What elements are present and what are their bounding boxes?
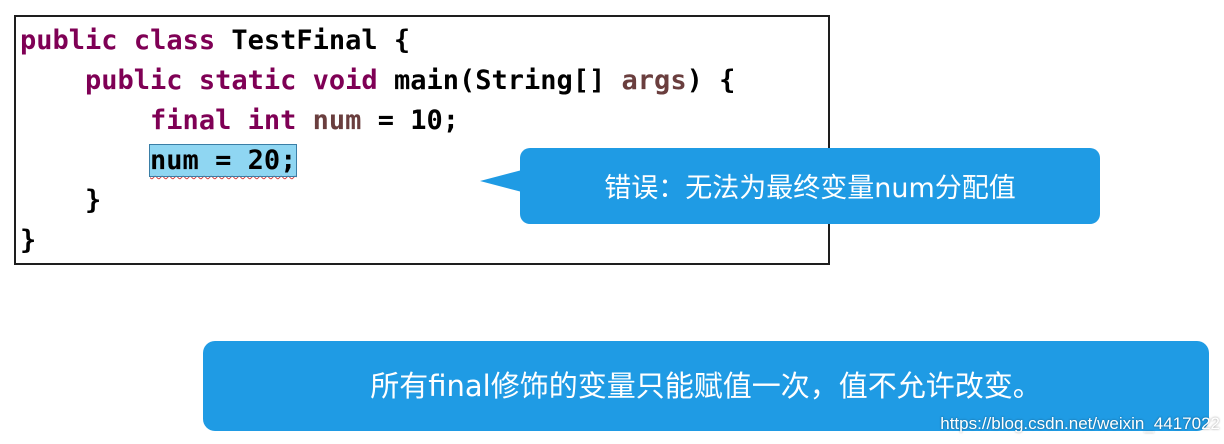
code-line-final-declaration: final int num = 10; bbox=[20, 101, 459, 141]
keyword-int: int bbox=[247, 105, 297, 136]
variable-num: num bbox=[312, 105, 362, 136]
error-highlighted-code[interactable]: num = 20; bbox=[149, 144, 298, 177]
keyword-static: static bbox=[198, 65, 297, 96]
code-line-main-method: public static void main(String[] args) { bbox=[20, 61, 735, 101]
method-close-brace: } bbox=[85, 185, 102, 216]
keyword-public: public bbox=[20, 25, 118, 56]
parameter-args: args bbox=[621, 65, 687, 96]
error-callout-text: 错误：无法为最终变量num分配值 bbox=[604, 172, 1016, 204]
final-rule-note-text: 所有final修饰的变量只能赋值一次，值不允许改变。 bbox=[370, 369, 1042, 403]
method-open-brace: ) { bbox=[686, 65, 736, 96]
assignment-value: = 10; bbox=[377, 105, 459, 136]
class-name: TestFinal { bbox=[231, 25, 411, 56]
code-editor: public class TestFinal { public static v… bbox=[14, 15, 830, 265]
code-line-class-close: } bbox=[20, 221, 36, 261]
keyword-class: class bbox=[133, 25, 216, 56]
code-line-class-declaration: public class TestFinal { bbox=[20, 21, 410, 61]
class-close-brace: } bbox=[20, 225, 37, 256]
keyword-void: void bbox=[312, 65, 378, 96]
keyword-public: public bbox=[85, 65, 183, 96]
code-line-reassignment: num = 20; bbox=[20, 141, 298, 181]
code-line-method-close: } bbox=[20, 181, 101, 221]
watermark: https://blog.csdn.net/weixin_4417022 bbox=[940, 414, 1220, 433]
keyword-final: final bbox=[150, 105, 232, 136]
error-callout: 错误：无法为最终变量num分配值 bbox=[520, 148, 1100, 224]
method-signature: main(String[] bbox=[393, 65, 606, 96]
callout-pointer bbox=[480, 170, 522, 192]
